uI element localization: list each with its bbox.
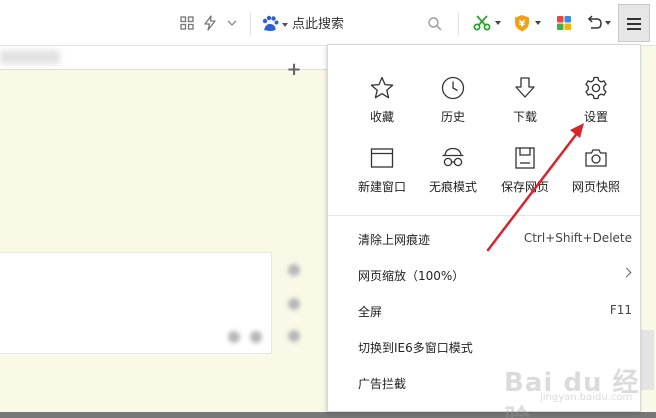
lightning-icon[interactable] [200, 13, 220, 33]
magnifier-icon[interactable] [426, 15, 444, 33]
menu-downloads[interactable]: 下载 [488, 75, 560, 147]
menu-snapshot-label: 网页快照 [571, 180, 620, 194]
menu-incognito[interactable]: 无痕模式 [416, 145, 488, 217]
save-disk-icon [512, 145, 538, 171]
window-bottom-edge [0, 412, 656, 418]
chevron-down-icon[interactable] [222, 13, 242, 33]
window-icon [369, 145, 395, 171]
qr-code-icon[interactable] [177, 13, 197, 33]
undo-icon[interactable] [584, 13, 604, 33]
baidu-paw-icon[interactable] [260, 14, 280, 34]
hamburger-menu-icon[interactable] [618, 4, 650, 42]
tab-strip [0, 46, 330, 70]
search-box[interactable] [258, 11, 448, 37]
camera-icon [583, 145, 609, 171]
incognito-glasses-icon [440, 145, 466, 171]
menu-item-ie6-mode[interactable]: 切换到IE6多窗口模式 [328, 329, 640, 365]
blurred-icon [288, 330, 300, 342]
star-icon [369, 75, 395, 101]
menu-history[interactable]: 历史 [416, 75, 488, 147]
shield-caret-icon[interactable] [535, 21, 541, 25]
menu-item-label: 工具 [358, 411, 382, 412]
download-icon [512, 75, 538, 101]
menu-new-window[interactable]: 新建窗口 [345, 145, 417, 217]
menu-settings-label: 设置 [583, 110, 608, 124]
search-input[interactable] [292, 13, 422, 35]
menu-divider [328, 215, 640, 216]
menu-save-page[interactable]: 保存网页 [488, 145, 560, 217]
menu-item-zoom[interactable]: 网页缩放（100%） [328, 257, 640, 293]
menu-item-label: 清除上网痕迹 [358, 233, 431, 247]
menu-item-shortcut: F11 [609, 303, 632, 317]
menu-favorites[interactable]: 收藏 [345, 75, 417, 147]
apps-grid-icon[interactable] [554, 13, 574, 33]
menu-item-label: 切换到IE6多窗口模式 [358, 341, 473, 355]
menu-item-label: 广告拦截 [358, 377, 407, 391]
menu-item-clear-history[interactable]: 清除上网痕迹 Ctrl+Shift+Delete [328, 221, 640, 257]
plus-icon[interactable]: + [286, 61, 302, 79]
menu-item-shortcut: Ctrl+Shift+Delete [523, 231, 632, 245]
chevron-right-icon [621, 267, 632, 278]
scrollbar[interactable] [640, 330, 654, 390]
scissors-icon[interactable] [472, 13, 492, 33]
scissors-caret-icon[interactable] [495, 21, 501, 25]
menu-snapshot[interactable]: 网页快照 [559, 145, 631, 217]
blurred-icon [228, 331, 240, 343]
blurred-icon [288, 264, 300, 276]
toolbar-divider [250, 13, 251, 35]
menu-item-label: 全屏 [358, 305, 383, 319]
content-panel [0, 252, 272, 354]
main-menu: 收藏 历史 下载 设置 新建窗口 无痕模式 保存网页 网页快照 清除上网痕迹 C… [327, 44, 641, 412]
undo-caret-icon[interactable] [605, 21, 611, 25]
menu-item-adblock[interactable]: 广告拦截 [328, 365, 640, 401]
blurred-icon [250, 331, 262, 343]
menu-item-label: 网页缩放（100%） [358, 269, 465, 283]
menu-item-fullscreen[interactable]: 全屏 F11 [328, 293, 640, 329]
menu-settings[interactable]: 设置 [559, 75, 631, 147]
menu-item-tools[interactable]: 工具 [328, 401, 640, 412]
shield-yuan-icon[interactable]: ¥ [512, 13, 532, 33]
blurred-tab-title[interactable] [0, 50, 60, 64]
browser-toolbar: ¥ [0, 0, 656, 46]
toolbar-divider [458, 13, 459, 35]
engine-caret-icon[interactable] [282, 23, 288, 27]
svg-text:¥: ¥ [519, 20, 526, 30]
blurred-icon [288, 298, 300, 310]
clock-icon [440, 75, 466, 101]
gear-icon [583, 75, 609, 101]
